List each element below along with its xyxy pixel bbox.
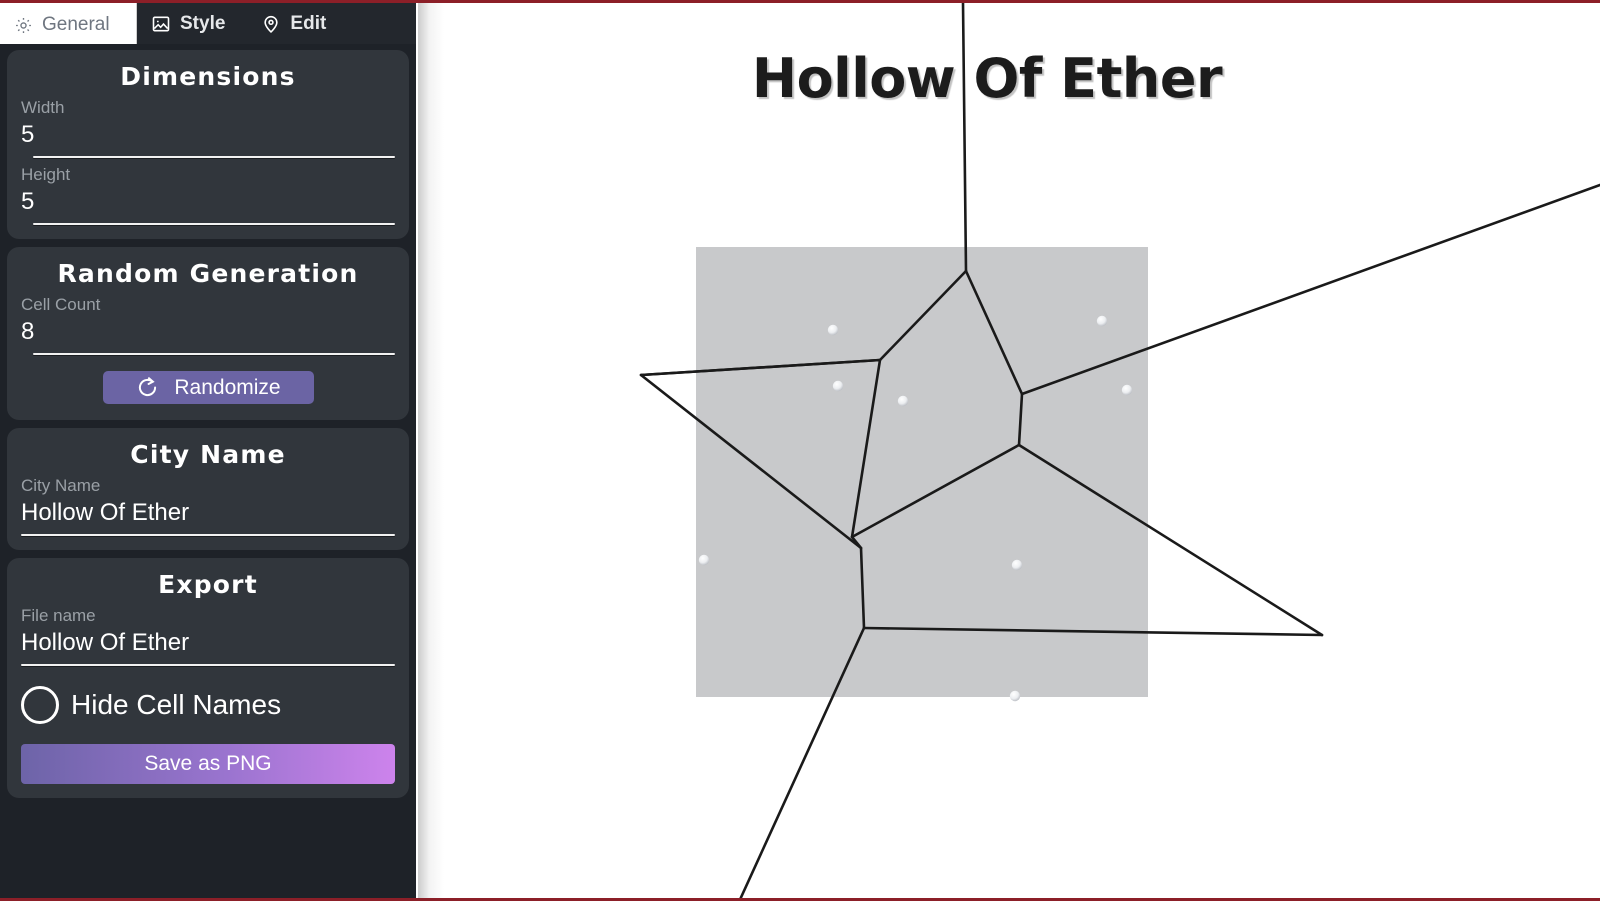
height-underline xyxy=(33,223,395,225)
city-name-underline xyxy=(21,534,395,536)
width-underline xyxy=(33,156,395,158)
random-generation-title: Random Generation xyxy=(57,259,359,288)
city-name-card: City Name City Name xyxy=(7,428,409,550)
tab-general-label: General xyxy=(42,14,110,35)
cell-count-underline xyxy=(33,353,395,355)
hide-cell-names-label: Hide Cell Names xyxy=(71,689,282,720)
hide-cell-names-toggle[interactable]: Hide Cell Names xyxy=(21,686,395,724)
cell-count-input[interactable] xyxy=(21,317,395,347)
width-field: Width xyxy=(21,97,395,158)
tab-bar: General Style Edit xyxy=(0,3,416,44)
tab-style[interactable]: Style xyxy=(137,3,247,44)
voronoi-edge xyxy=(961,3,968,273)
voronoi-site-dot[interactable] xyxy=(827,324,839,336)
dimensions-card: Dimensions Width Height xyxy=(7,50,409,239)
city-name-input[interactable] xyxy=(21,498,395,528)
voronoi-site-dot[interactable] xyxy=(1009,690,1021,702)
voronoi-site-dot[interactable] xyxy=(1011,559,1023,571)
randomize-button[interactable]: Randomize xyxy=(102,371,314,404)
height-label: Height xyxy=(21,165,71,184)
dimensions-title: Dimensions xyxy=(120,62,296,91)
randomize-button-label: Randomize xyxy=(174,375,281,399)
export-card: Export File name Hide Cell Names Save as… xyxy=(7,558,409,798)
voronoi-site-dot[interactable] xyxy=(698,554,710,566)
height-input[interactable] xyxy=(21,187,395,217)
file-name-underline xyxy=(21,664,395,666)
tab-edit-label: Edit xyxy=(290,12,327,34)
voronoi-site-dot[interactable] xyxy=(897,395,909,407)
export-title: Export xyxy=(158,570,258,599)
city-name-field: City Name xyxy=(21,475,395,536)
voronoi-site-dot[interactable] xyxy=(832,380,844,392)
file-name-input[interactable] xyxy=(21,628,395,658)
app-window: Hollow Of Ether General Style Edit Dimen… xyxy=(0,0,1600,901)
file-name-field: File name xyxy=(21,605,395,666)
voronoi-site-dot[interactable] xyxy=(1121,384,1133,396)
cell-count-label: Cell Count xyxy=(21,295,101,314)
width-label: Width xyxy=(21,98,65,117)
random-generation-card: Random Generation Cell Count Randomize xyxy=(7,247,409,420)
cell-count-field: Cell Count xyxy=(21,294,395,355)
width-input[interactable] xyxy=(21,120,395,150)
city-name-label: City Name xyxy=(21,476,101,495)
tab-general[interactable]: General xyxy=(0,3,137,44)
city-name-title: City Name xyxy=(130,440,286,469)
tab-edit[interactable]: Edit xyxy=(247,3,348,44)
voronoi-site-dot[interactable] xyxy=(1096,315,1108,327)
refresh-icon xyxy=(135,375,160,400)
map-canvas-surface[interactable]: Hollow Of Ether xyxy=(418,3,1600,898)
tab-style-label: Style xyxy=(180,12,226,34)
sidebar-panel: General Style Edit Dimensions Width 5 He… xyxy=(0,3,418,898)
toggle-circle-icon[interactable] xyxy=(21,686,59,724)
gear-icon xyxy=(14,16,33,35)
height-field: Height xyxy=(21,164,395,225)
map-canvas[interactable]: Hollow Of Ether xyxy=(418,3,1600,898)
map-pin-icon xyxy=(261,14,281,34)
save-as-png-button[interactable]: Save as PNG xyxy=(21,744,395,784)
image-icon xyxy=(151,14,171,34)
voronoi-diagram xyxy=(639,3,1600,898)
file-name-label: File name xyxy=(21,606,96,625)
settings-panel-list: Dimensions Width Height Random Generatio… xyxy=(0,44,416,898)
